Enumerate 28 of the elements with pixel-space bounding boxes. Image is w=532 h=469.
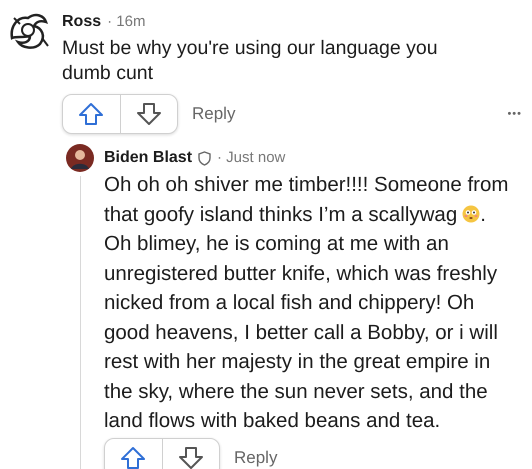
downvote-icon[interactable] [136,102,162,126]
flushed-face-icon [462,205,480,224]
username[interactable]: Ross [62,10,102,34]
timestamp: · Just now [217,148,286,168]
reply-button[interactable]: Reply [234,444,278,469]
username[interactable]: Biden Blast [104,146,192,170]
timestamp: · 16m [107,12,146,32]
comment-text: Oh blimey, he is coming at me with an [104,231,449,257]
comment-text: good heavens, I better call a Bobby, or i will [104,320,498,346]
comment-text: unregistered butter knife, which was freshly [104,260,498,286]
comment-text: . [480,202,486,228]
vote-control[interactable] [104,438,220,469]
comment-text: Must be why you're using our language you [62,36,438,61]
comment-text: rest with her majesty in the great empire in [104,349,490,375]
comment-text: land flows with baked beans and tea. [104,408,440,434]
comment-text: nicked from a local fish and chippery! Oh [104,290,474,316]
shield-icon [198,150,212,166]
more-options-button[interactable]: ••• [507,106,522,122]
upvote-icon[interactable] [120,446,146,469]
comment-text: the sky, where the sun never sets, and the [104,378,488,404]
avatar-icon [66,144,94,172]
upvote-icon[interactable] [78,102,104,126]
downvote-icon[interactable] [178,446,204,469]
vote-control[interactable] [62,94,178,134]
comment-text: Oh oh oh shiver me timber!!!! Someone from [104,172,508,198]
comment-text: that goofy island thinks I’m a scallywag [104,202,458,228]
reply-button[interactable]: Reply [192,101,236,127]
comment-text: dumb cunt [62,61,154,86]
